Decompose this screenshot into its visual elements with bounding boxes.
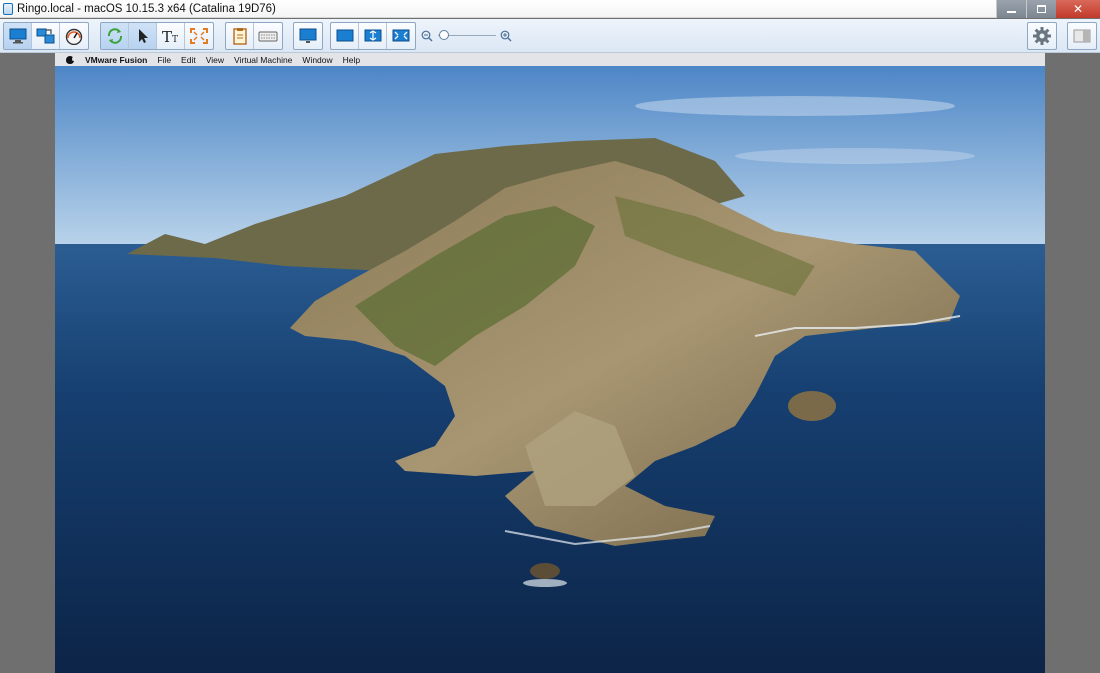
minimize-icon bbox=[1007, 10, 1016, 13]
guest-menu-help[interactable]: Help bbox=[343, 55, 360, 65]
fit-guest-button[interactable] bbox=[359, 23, 387, 49]
stretch-button[interactable] bbox=[387, 23, 415, 49]
zoom-in-icon[interactable] bbox=[500, 30, 512, 42]
apple-menu-icon[interactable] bbox=[66, 55, 75, 64]
fullscreen-button[interactable] bbox=[185, 23, 213, 49]
pointer-icon bbox=[138, 29, 148, 43]
scaling-group bbox=[330, 22, 416, 50]
keyboard-icon bbox=[258, 31, 278, 42]
guest-menubar: VMware Fusion File Edit View Virtual Mac… bbox=[55, 53, 1045, 66]
panel-group bbox=[1067, 22, 1097, 50]
fit-window-icon bbox=[336, 29, 353, 42]
zoom-slider[interactable] bbox=[421, 26, 513, 46]
stretch-icon bbox=[392, 29, 410, 42]
text-icon: T T bbox=[162, 28, 178, 45]
svg-text:T: T bbox=[172, 35, 178, 45]
text-button[interactable]: T T bbox=[157, 23, 185, 49]
settings-button[interactable] bbox=[1028, 23, 1056, 49]
fit-window-button[interactable] bbox=[331, 23, 359, 49]
window-controls: ✕ bbox=[996, 0, 1100, 18]
fit-guest-icon bbox=[364, 29, 381, 42]
monitor-button[interactable] bbox=[294, 23, 322, 49]
clipboard-group bbox=[225, 22, 283, 50]
refresh-icon bbox=[107, 28, 122, 44]
maximize-icon bbox=[1037, 5, 1046, 13]
panel-button[interactable] bbox=[1068, 23, 1096, 49]
fullscreen-icon bbox=[190, 28, 208, 44]
guest-menu-edit[interactable]: Edit bbox=[181, 55, 196, 65]
zoom-out-icon[interactable] bbox=[421, 30, 433, 42]
settings-group bbox=[1027, 22, 1057, 50]
gear-icon bbox=[1033, 27, 1051, 45]
app-icon bbox=[3, 2, 13, 15]
display-group bbox=[293, 22, 323, 50]
svg-text:T: T bbox=[162, 28, 172, 45]
input-group: T T bbox=[100, 22, 214, 50]
clipboard-button[interactable] bbox=[226, 23, 254, 49]
refresh-button[interactable] bbox=[101, 23, 129, 49]
toolbar: T T bbox=[0, 19, 1100, 53]
desktop-wallpaper bbox=[55, 66, 1045, 673]
guest-menu-virtual-machine[interactable]: Virtual Machine bbox=[234, 55, 292, 65]
close-icon: ✕ bbox=[1072, 2, 1084, 16]
guest-menu-view[interactable]: View bbox=[206, 55, 224, 65]
console-view-button[interactable] bbox=[4, 23, 32, 49]
panel-icon bbox=[1073, 29, 1091, 43]
zoom-thumb[interactable] bbox=[438, 30, 449, 40]
dashboard-icon bbox=[65, 28, 83, 45]
unity-button[interactable] bbox=[32, 23, 60, 49]
vm-screen[interactable]: VMware Fusion File Edit View Virtual Mac… bbox=[55, 53, 1045, 673]
monitor-icon bbox=[299, 28, 317, 43]
pointer-button[interactable] bbox=[129, 23, 157, 49]
guest-app-name[interactable]: VMware Fusion bbox=[85, 55, 147, 65]
guest-menu-window[interactable]: Window bbox=[302, 55, 332, 65]
console-view-icon bbox=[9, 28, 26, 44]
clipboard-icon bbox=[232, 28, 247, 45]
maximize-button[interactable] bbox=[1026, 0, 1056, 18]
view-mode-group bbox=[3, 22, 89, 50]
dashboard-button[interactable] bbox=[60, 23, 88, 49]
keyboard-button[interactable] bbox=[254, 23, 282, 49]
title-bar: Ringo.local - macOS 10.15.3 x64 (Catalin… bbox=[0, 0, 1100, 18]
window-title: Ringo.local - macOS 10.15.3 x64 (Catalin… bbox=[17, 2, 276, 15]
close-button[interactable]: ✕ bbox=[1056, 0, 1100, 18]
minimize-button[interactable] bbox=[996, 0, 1026, 18]
guest-menu-file[interactable]: File bbox=[157, 55, 171, 65]
unity-icon bbox=[36, 28, 54, 44]
